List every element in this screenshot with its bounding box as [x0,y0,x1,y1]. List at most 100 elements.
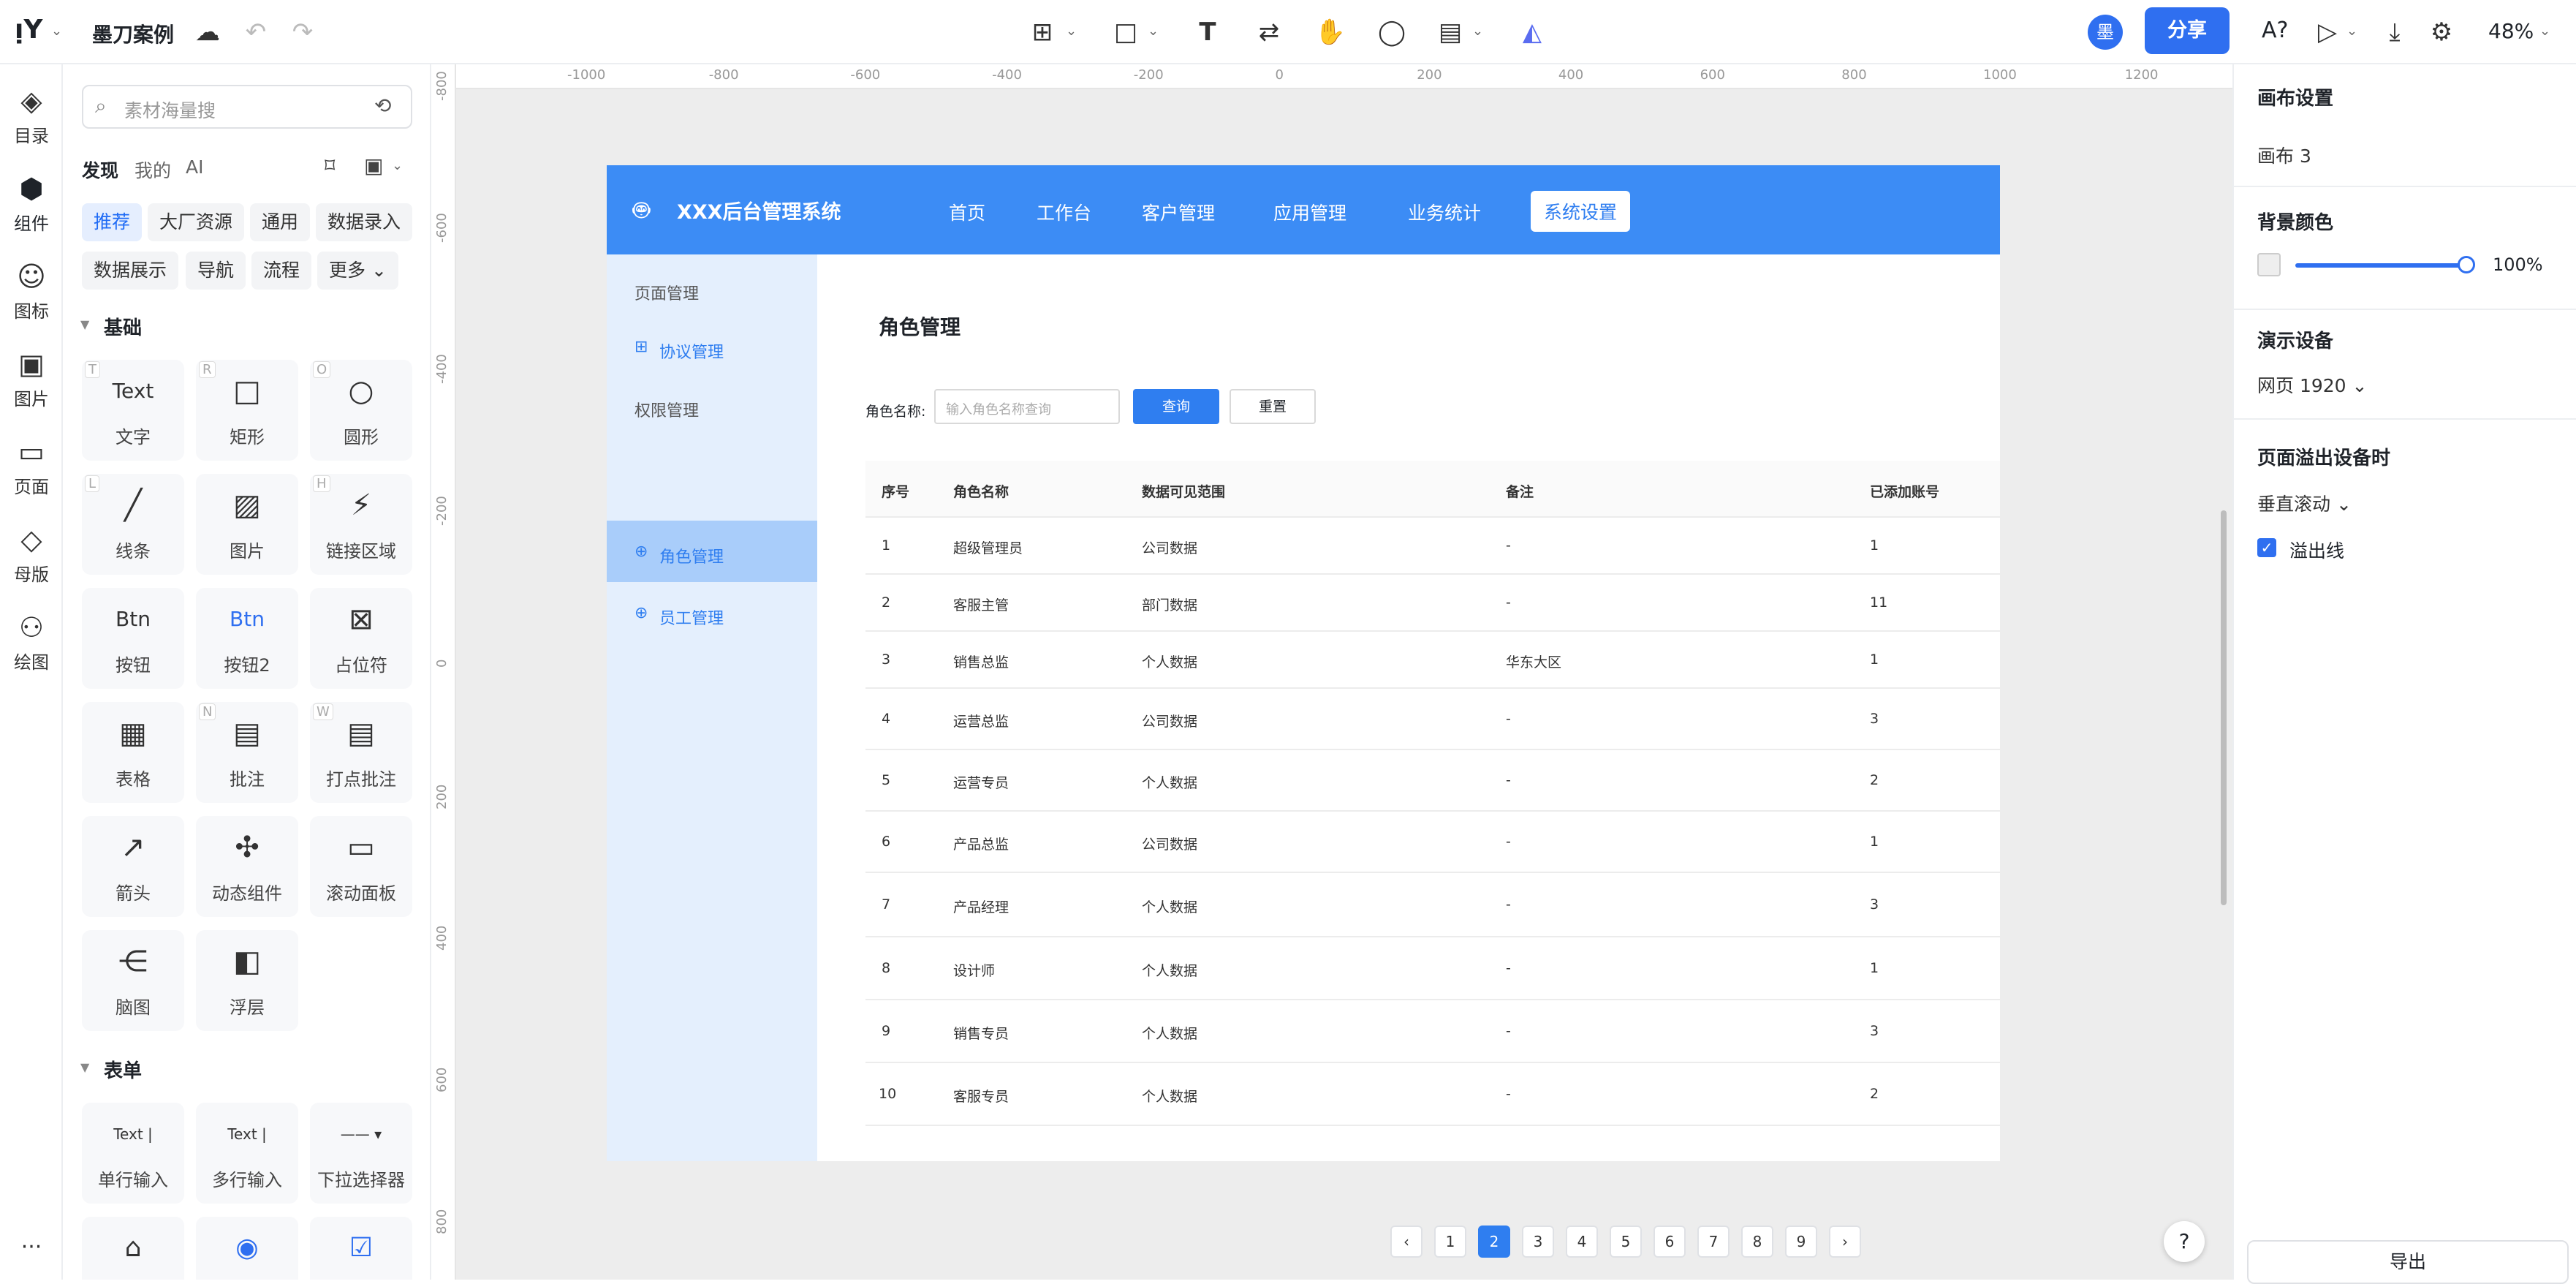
device-select[interactable]: 网页 1920 ⌄ [2257,371,2367,398]
hand-tool-icon[interactable]: ✋ [1314,16,1346,48]
table-row[interactable]: 6 产品总监 公司数据 - 1 [865,812,2000,873]
table-row[interactable]: 2 客服主管 部门数据 - 11 [865,575,2000,632]
side-staff-mgmt[interactable]: 员工管理 [659,605,724,629]
side-permission-mgmt[interactable]: 权限管理 [634,398,699,421]
history-icon[interactable]: ⟲ [374,94,391,118]
component-12[interactable]: ↗ 箭头 [82,816,184,917]
form-component-0[interactable]: Text | 单行输入 [82,1103,184,1204]
bg-color-swatch[interactable] [2257,253,2281,276]
component-15[interactable]: ⋲ 脑图 [82,930,184,1031]
canvas-name[interactable]: 画布 3 [2257,142,2311,168]
canvas-scrollbar[interactable] [2221,510,2227,905]
table-row[interactable]: 1 超级管理员 公司数据 - 1 [865,518,2000,575]
tab-discover[interactable]: 发现 [82,156,118,183]
role-name-input[interactable]: 输入角色名称查询 [934,389,1120,424]
nav-images[interactable]: ▣ 图片 [0,347,63,410]
form-component-3[interactable]: ⌂ [82,1217,184,1280]
download-icon[interactable]: ⤓ [2379,16,2411,48]
component-2[interactable]: ○ 圆形 O [310,360,412,461]
tab-ai[interactable]: AI [186,156,203,178]
rectangle-chevron-icon[interactable]: ⌄ [1148,23,1159,39]
comment-tool-icon[interactable]: ◯ [1376,16,1408,48]
note-chevron-icon[interactable]: ⌄ [1472,23,1483,39]
text-tool-icon[interactable]: T [1192,16,1224,48]
side-page-mgmt[interactable]: 页面管理 [634,281,699,304]
component-7[interactable]: Btn 按钮2 [196,588,298,689]
page-button[interactable]: 8 [1741,1226,1773,1258]
page-button[interactable]: 9 [1785,1226,1817,1258]
nav-components[interactable]: ⬢ 组件 [0,171,63,235]
play-preview-icon[interactable]: ▷ [2311,16,2344,48]
query-button[interactable]: 查询 [1133,389,1219,424]
form-component-4[interactable]: ◉ [196,1217,298,1280]
note-tool-icon[interactable]: ▤ [1434,16,1466,48]
nav-pages[interactable]: ▭ 页面 [0,434,63,498]
ai-tool-icon[interactable]: ◭ [1516,16,1548,48]
component-1[interactable]: □ 矩形 R [196,360,298,461]
vertical-ruler[interactable]: -800 -600 -400 -200 0 200 400 600 800 [431,64,456,1280]
page-button[interactable]: 6 [1653,1226,1686,1258]
material-search[interactable]: ⌕ 素材海量搜 ⟲ [82,85,412,129]
nav-drawing[interactable]: ⚇ 绘图 [0,610,63,673]
chip-big-factory[interactable]: 大厂资源 [148,203,245,241]
component-0[interactable]: Text 文字 T [82,360,184,461]
collapse-form-icon[interactable]: ▼ [80,1060,89,1074]
app-nav-apps[interactable]: 应用管理 [1273,199,1346,225]
design-canvas[interactable]: -1000 -800 -600 -400 -200 0 200 400 600 800 1000 12… [431,64,2232,1280]
project-title[interactable]: 墨刀案例 [92,19,174,48]
nav-icons[interactable]: ☺ 图标 [0,259,63,322]
app-nav-customers[interactable]: 客户管理 [1142,199,1215,225]
chip-data-entry[interactable]: 数据录入 [316,203,413,241]
table-row[interactable]: 7 产品经理 个人数据 - 3 [865,873,2000,937]
component-5[interactable]: ⚡ 链接区域 H [310,474,412,575]
chip-recommend[interactable]: 推荐 [82,203,143,241]
table-row[interactable]: 5 运营专员 个人数据 - 2 [865,750,2000,812]
horizontal-ruler[interactable]: -1000 -800 -600 -400 -200 0 200 400 600 800 1000 12… [456,64,2232,89]
more-icon[interactable]: ··· [0,1234,63,1260]
next-page-button[interactable]: › [1829,1226,1861,1258]
chip-general[interactable]: 通用 [250,203,311,241]
font-check-icon[interactable]: A? [2262,18,2288,43]
overflow-select[interactable]: 垂直滚动 ⌄ [2257,490,2352,516]
user-avatar[interactable]: 墨 [2088,15,2123,50]
side-role-mgmt[interactable]: 角色管理 [659,544,724,567]
component-10[interactable]: ▤ 批注 N [196,702,298,803]
table-row[interactable]: 9 销售专员 个人数据 - 3 [865,1000,2000,1063]
zoom-level[interactable]: 48% [2488,19,2534,43]
component-4[interactable]: ▨ 图片 [196,474,298,575]
add-page-icon[interactable]: ⊞ [1026,16,1058,48]
opacity-slider-track[interactable] [2295,263,2466,268]
artboard[interactable]: 🤖︎ XXX后台管理系统 首页 工作台 客户管理 应用管理 业务统计 系统设置 … [607,165,2000,1258]
page-button[interactable]: 5 [1610,1226,1642,1258]
component-3[interactable]: ╱ 线条 L [82,474,184,575]
component-13[interactable]: ✣ 动态组件 [196,816,298,917]
library-chevron-icon[interactable]: ⌄ [392,158,403,173]
app-nav-workbench[interactable]: 工作台 [1037,199,1091,225]
table-row[interactable]: 4 运营总监 公司数据 - 3 [865,689,2000,750]
table-row[interactable]: 3 销售总监 个人数据 华东大区 1 [865,632,2000,689]
side-protocol-mgmt[interactable]: 协议管理 [659,339,724,363]
nav-masters[interactable]: ◇ 母版 [0,522,63,586]
chip-more[interactable]: 更多 ⌄ [317,252,398,290]
component-14[interactable]: ▭ 滚动面板 [310,816,412,917]
add-page-chevron-icon[interactable]: ⌄ [1066,23,1077,39]
zoom-chevron-icon[interactable]: ⌄ [2539,23,2550,39]
page-button[interactable]: 3 [1522,1226,1554,1258]
page-button[interactable]: 2 [1478,1226,1510,1258]
tab-mine[interactable]: 我的 [135,156,171,183]
library-icon[interactable]: ▣ [364,154,383,178]
app-nav-stats[interactable]: 业务统计 [1408,199,1481,225]
help-button[interactable]: ? [2164,1221,2205,1262]
app-nav-home[interactable]: 首页 [949,199,985,225]
collapse-basic-icon[interactable]: ▼ [80,317,89,331]
chip-flow[interactable]: 流程 [251,252,312,290]
table-row[interactable]: 10 客服专员 个人数据 - 2 [865,1063,2000,1126]
bookmark-icon[interactable]: ⌑ [325,154,335,178]
form-component-1[interactable]: Text | 多行输入 [196,1103,298,1204]
opacity-value[interactable]: 100% [2493,254,2543,275]
opacity-slider-handle[interactable] [2458,256,2475,273]
redo-icon[interactable]: ↷ [287,16,319,48]
chip-data-display[interactable]: 数据展示 [82,252,179,290]
reset-button[interactable]: 重置 [1230,389,1316,424]
component-8[interactable]: ⊠ 占位符 [310,588,412,689]
